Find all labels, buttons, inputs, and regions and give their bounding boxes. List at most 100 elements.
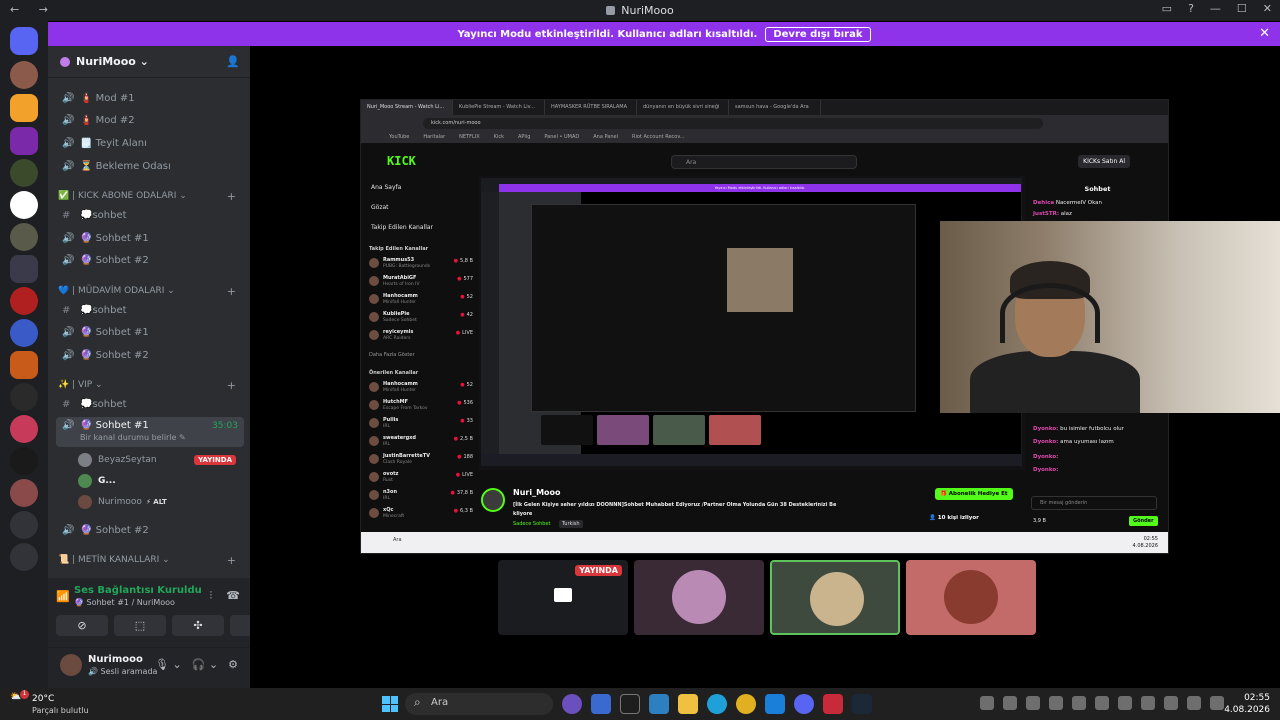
server-header[interactable]: NuriMooo ⌄ 👤 [48,46,250,78]
weather-widget[interactable]: ⛅ 1 20°C Parçalı bulutlu [10,690,89,715]
tray-icon[interactable] [1049,696,1063,710]
tray-icon[interactable] [1118,696,1132,710]
server-icon[interactable] [10,191,38,219]
taskbar-clock[interactable]: 02:55 4.08.2026 [1224,692,1270,716]
inbox-icon[interactable]: ▭ [1162,2,1172,15]
add-channel-icon[interactable]: + [227,190,236,203]
app-icon[interactable] [765,694,785,714]
microphone-icon[interactable]: 🎙 ⌄ [155,658,182,671]
app-icon[interactable] [649,694,669,714]
browser-tab[interactable]: dünyanın en büyük sivri sineği [637,100,729,115]
server-icon[interactable] [10,255,38,283]
voice-user[interactable]: BeyazSeytan YAYINDA [78,451,242,469]
tray-icon[interactable] [1026,696,1040,710]
bookmark[interactable]: Riot Account Recov... [632,134,685,140]
discord-home-icon[interactable] [10,27,38,55]
category-header[interactable]: ✨ | VIP ⌄ + [58,379,242,392]
tray-icon[interactable] [1187,696,1201,710]
taskbar-search[interactable]: Ara [405,693,553,715]
settings-gear-icon[interactable]: ⚙ [228,658,238,671]
tray-icon[interactable] [1095,696,1109,710]
avatar[interactable] [60,654,82,676]
server-icon[interactable] [10,383,38,411]
server-icon[interactable] [10,287,38,315]
server-icon[interactable] [10,127,38,155]
file-explorer-icon[interactable] [678,694,698,714]
steam-icon[interactable] [852,694,872,714]
discord-icon[interactable] [794,694,814,714]
text-channel[interactable]: # 💭sohbet [56,394,244,414]
participant-tile-speaking[interactable] [770,560,900,635]
server-icon[interactable] [10,61,38,89]
add-channel-icon[interactable]: + [227,379,236,392]
noise-suppression-icon[interactable]: ⫶ [210,589,213,603]
tray-icon[interactable] [980,696,994,710]
voice-channel[interactable]: 🔊 🔮 Sohbet #1 [56,322,244,342]
browser-tab[interactable]: Nuri_Mooo Stream - Watch Li... [361,100,453,115]
category-header[interactable]: 💙 | MÜDAVİM ODALARI ⌄ + [58,285,242,298]
add-server-icon[interactable] [10,511,38,539]
channel-status[interactable]: Bir kanal durumu belirle ✎ [80,433,186,442]
tray-icon[interactable] [1164,696,1178,710]
voice-channel[interactable]: 🔊 🔮 Sohbet #2 [56,520,244,540]
username[interactable]: Nurimooo [88,654,143,665]
server-icon[interactable] [10,447,38,475]
voice-channel[interactable]: 🔊 🔮 Sohbet #1 [56,228,244,248]
help-icon[interactable]: ? [1188,2,1194,15]
chrome-icon[interactable] [736,694,756,714]
headphones-icon[interactable]: 🎧 ⌄ [192,658,218,671]
discover-icon[interactable] [10,543,38,571]
browser-tab[interactable]: HAYMASKER RÜTBE SIRALAMA [545,100,637,115]
bookmark[interactable]: NETFLIX [459,134,480,140]
voice-status-sub[interactable]: 🔮 Sohbet #1 / NuriMooo [74,598,175,607]
add-channel-icon[interactable]: + [227,554,236,567]
voice-channel[interactable]: 🔊 🧯 Mod #2 [56,110,244,130]
server-icon[interactable] [10,319,38,347]
bookmark[interactable]: YouTube [389,134,409,140]
app-icon[interactable] [562,694,582,714]
text-channel[interactable]: # 💭sohbet [56,300,244,320]
app-icon[interactable] [823,694,843,714]
browser-tab[interactable]: samsun hava - Google'da Ara [729,100,821,115]
text-channel[interactable]: # 💭sohbet [56,205,244,225]
server-icon[interactable] [10,351,38,379]
voice-channel[interactable]: 🔊 ⏳ Bekleme Odası [56,156,244,176]
server-icon[interactable] [10,415,38,443]
screen-share-button[interactable]: ⬚ [114,615,166,636]
banner-close-icon[interactable]: ✕ [1259,26,1270,41]
app-icon[interactable] [620,694,640,714]
voice-channel[interactable]: 🔊 🔮 Sohbet #2 [56,345,244,365]
tray-icon[interactable] [1141,696,1155,710]
voice-status-title[interactable]: Ses Bağlantısı Kuruldu [74,585,202,596]
tray-icon[interactable] [1003,696,1017,710]
maximize-button[interactable]: ☐ [1237,2,1247,15]
address-bar[interactable]: kick.com/nuri-mooo [423,118,1043,129]
voice-user[interactable]: Nurimooo ⚡ ALT [78,493,242,511]
voice-channel[interactable]: 🔊 🗒️ Teyit Alanı [56,133,244,153]
active-voice-channel[interactable]: 🔊 🔮 Sohbet #1 35:03 Bir kanal durumu bel… [56,417,244,447]
add-member-icon[interactable]: 👤 [226,55,240,68]
participant-tile[interactable] [634,560,764,635]
bookmark[interactable]: APlig [518,134,530,140]
close-window-button[interactable]: ✕ [1263,2,1272,15]
app-icon[interactable] [591,694,611,714]
server-icon[interactable] [10,159,38,187]
tray-icon[interactable] [1072,696,1086,710]
bookmark[interactable]: Kick [494,134,504,140]
server-icon[interactable] [10,479,38,507]
voice-channel[interactable]: 🔊 🔮 Sohbet #2 [56,250,244,270]
tray-icon[interactable] [1210,696,1224,710]
server-icon[interactable] [10,223,38,251]
participant-tile[interactable] [906,560,1036,635]
category-header[interactable]: ✅ | KICK ABONE ODALARI ⌄ + [58,190,242,203]
voice-user[interactable]: G... [78,472,242,490]
bookmark[interactable]: Haritalar [423,134,445,140]
browser-tab[interactable]: KubliePie Stream - Watch Liv... [453,100,545,115]
bookmark[interactable]: Panel • UMAD [544,134,579,140]
bookmark[interactable]: Ana Panel [593,134,618,140]
voice-channel[interactable]: 🔊 🧯 Mod #1 [56,88,244,108]
minimize-button[interactable]: — [1210,2,1221,15]
activities-button[interactable]: ✣ [172,615,224,636]
edge-icon[interactable] [707,694,727,714]
camera-off-button[interactable]: ⊘ [56,615,108,636]
